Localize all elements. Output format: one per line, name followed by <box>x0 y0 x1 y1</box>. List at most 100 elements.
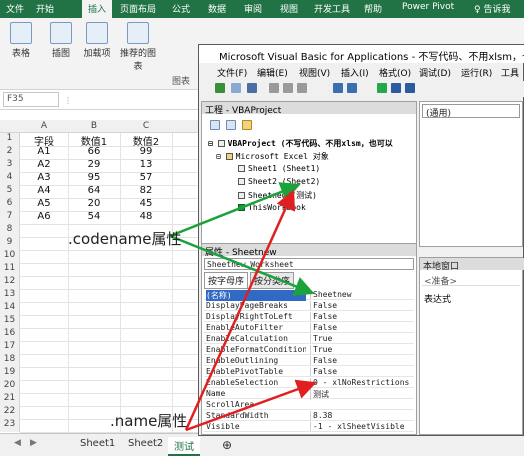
data-cell[interactable]: A4 <box>20 185 68 198</box>
tree-root[interactable]: ⊟ VBAProject (不写代码、不用xlsm，也可以 <box>208 138 393 149</box>
header-cell[interactable]: 字段 <box>20 133 68 148</box>
pause-icon[interactable] <box>391 83 401 93</box>
property-value[interactable]: True <box>310 334 412 343</box>
row-header[interactable]: 4 <box>0 172 20 185</box>
sheet-tab-sheet2[interactable]: Sheet2 <box>122 437 169 450</box>
tab-help[interactable]: 帮助 <box>364 2 382 15</box>
data-cell[interactable]: A6 <box>20 211 68 224</box>
column-header-a[interactable]: A <box>20 121 68 131</box>
row-header[interactable]: 9 <box>0 237 20 250</box>
property-value[interactable]: False <box>310 301 412 310</box>
property-row[interactable]: DisplayRightToLeft False <box>204 312 414 322</box>
property-row[interactable]: DisplayPageBreaks False <box>204 301 414 311</box>
properties-object-select[interactable]: Sheetnew Worksheet <box>204 258 414 270</box>
row-header[interactable]: 17 <box>0 341 20 354</box>
scroll-right-icon[interactable]: ▶ <box>30 438 37 448</box>
property-row[interactable]: EnableCalculation True <box>204 334 414 344</box>
tree-item-sheet1[interactable]: Sheet1 (Sheet1) <box>238 164 320 173</box>
scroll-left-icon[interactable]: ◀ <box>14 438 21 448</box>
tab-categorized[interactable]: 按分类序 <box>250 272 295 289</box>
tab-view[interactable]: 视图 <box>280 2 298 15</box>
property-row[interactable]: EnableSelection 0 - xlNoRestrictions <box>204 378 414 388</box>
data-cell[interactable]: A1 <box>20 146 68 159</box>
property-row[interactable]: Name 测试 <box>204 389 414 400</box>
table-button[interactable]: 表格 <box>4 22 38 59</box>
data-cell[interactable]: 64 <box>68 185 120 198</box>
tab-formulas[interactable]: 公式 <box>172 2 190 15</box>
row-header[interactable]: 16 <box>0 328 20 341</box>
row-header[interactable]: 20 <box>0 380 20 393</box>
property-value[interactable]: 测试 <box>310 389 412 400</box>
data-cell[interactable]: 95 <box>68 172 120 185</box>
property-row[interactable]: StandardWidth 8.38 <box>204 411 414 421</box>
property-row[interactable]: (名称) Sheetnew <box>204 290 414 301</box>
data-cell[interactable]: A3 <box>20 172 68 185</box>
property-row[interactable]: EnablePivotTable False <box>204 367 414 377</box>
menu-file[interactable]: 文件(F) <box>217 66 247 79</box>
data-cell[interactable]: A2 <box>20 159 68 172</box>
header-cell[interactable]: 数值1 <box>68 133 120 148</box>
tab-alphabetic[interactable]: 按字母序 <box>204 272 249 289</box>
row-header[interactable]: 23 <box>0 419 20 432</box>
row-header[interactable]: 14 <box>0 302 20 315</box>
redo-icon[interactable] <box>347 83 357 93</box>
tab-insert[interactable]: 插入 <box>82 0 113 18</box>
insert-module-icon[interactable] <box>231 83 241 93</box>
tab-data[interactable]: 数据 <box>208 2 226 15</box>
data-cell[interactable]: A5 <box>20 198 68 211</box>
header-cell[interactable]: 数值2 <box>120 133 172 148</box>
row-header[interactable]: 1 <box>0 133 20 146</box>
menu-format[interactable]: 格式(O) <box>379 66 411 79</box>
property-row[interactable]: EnableOutlining False <box>204 356 414 366</box>
tab-power-pivot[interactable]: Power Pivot <box>402 2 454 12</box>
data-cell[interactable]: 82 <box>120 185 172 198</box>
property-value[interactable]: False <box>310 312 412 321</box>
property-value[interactable]: 0 - xlNoRestrictions <box>310 378 412 387</box>
menu-insert[interactable]: 插入(I) <box>341 66 369 79</box>
data-cell[interactable]: 48 <box>120 211 172 224</box>
menu-run[interactable]: 运行(R) <box>461 66 492 79</box>
property-value[interactable]: False <box>310 323 412 332</box>
tab-file[interactable]: 文件 <box>6 2 24 15</box>
row-header[interactable]: 5 <box>0 185 20 198</box>
data-cell[interactable]: 20 <box>68 198 120 211</box>
name-box[interactable]: F35 <box>3 92 59 107</box>
property-row[interactable]: EnableAutoFilter False <box>204 323 414 333</box>
save-icon[interactable] <box>247 83 257 93</box>
row-header[interactable]: 11 <box>0 263 20 276</box>
menu-edit[interactable]: 编辑(E) <box>257 66 288 79</box>
paste-icon[interactable] <box>297 83 307 93</box>
row-header[interactable]: 7 <box>0 211 20 224</box>
row-header[interactable]: 19 <box>0 367 20 380</box>
row-header[interactable]: 15 <box>0 315 20 328</box>
tab-review[interactable]: 审阅 <box>244 2 262 15</box>
data-cell[interactable]: 29 <box>68 159 120 172</box>
property-value[interactable]: 8.38 <box>310 411 412 420</box>
toggle-folders-icon[interactable] <box>242 120 252 130</box>
tab-developer[interactable]: 开发工具 <box>314 2 350 15</box>
data-cell[interactable]: 66 <box>68 146 120 159</box>
add-sheet-icon[interactable]: ⊕ <box>216 437 238 453</box>
row-header[interactable]: 2 <box>0 146 20 159</box>
illustrations-button[interactable]: 插图 <box>44 22 78 59</box>
row-header[interactable]: 10 <box>0 250 20 263</box>
undo-icon[interactable] <box>333 83 343 93</box>
row-header[interactable]: 6 <box>0 198 20 211</box>
tab-home[interactable]: 开始 <box>36 2 54 15</box>
addins-button[interactable]: 加载项 <box>80 22 114 59</box>
data-cell[interactable]: 54 <box>68 211 120 224</box>
row-header[interactable]: 3 <box>0 159 20 172</box>
row-header[interactable]: 21 <box>0 393 20 406</box>
tree-item-thisworkbook[interactable]: ThisWorkbook <box>238 203 306 212</box>
sheet-tab-test[interactable]: 测试 <box>168 437 200 456</box>
property-value[interactable]: True <box>310 345 412 354</box>
row-header[interactable]: 13 <box>0 289 20 302</box>
data-cell[interactable]: 13 <box>120 159 172 172</box>
row-header[interactable]: 22 <box>0 406 20 419</box>
menu-view[interactable]: 视图(V) <box>299 66 330 79</box>
data-cell[interactable]: 57 <box>120 172 172 185</box>
column-header-c[interactable]: C <box>120 121 172 131</box>
cut-icon[interactable] <box>269 83 279 93</box>
property-value[interactable]: False <box>310 367 412 376</box>
tree-item-sheetnew[interactable]: Sheetnew (测试) <box>238 190 317 201</box>
